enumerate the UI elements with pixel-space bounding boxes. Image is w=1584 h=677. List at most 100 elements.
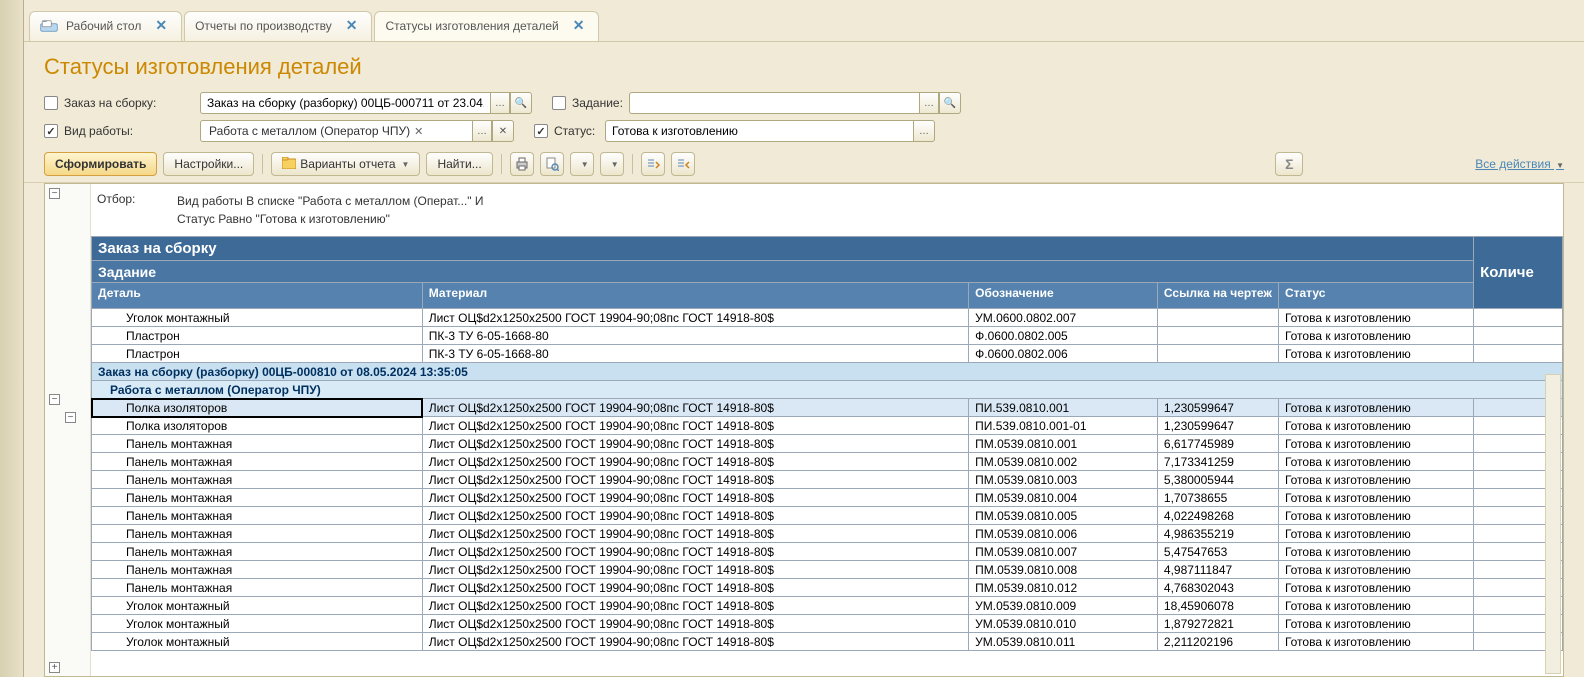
cell-status: Готова к изготовлению [1278,327,1473,345]
table-row[interactable]: Панель монтажнаяЛист ОЦ$d2x1250x2500 ГОС… [92,507,1563,525]
table-row[interactable]: Панель монтажнаяЛист ОЦ$d2x1250x2500 ГОС… [92,453,1563,471]
ellipsis-button[interactable]: … [472,120,492,142]
cell-material: ПК-3 ТУ 6-05-1668-80 [422,327,968,345]
save-button[interactable]: ▼ [570,152,594,176]
separator [632,154,633,174]
close-icon[interactable]: ✕ [346,17,358,34]
table-row[interactable]: ПластронПК-3 ТУ 6-05-1668-80Ф.0600.0802.… [92,345,1563,363]
group-order[interactable]: Заказ на сборку (разборку) 00ЦБ-000810 о… [92,363,1563,381]
left-sidebar [0,0,24,677]
find-button[interactable]: Найти... [426,152,492,176]
cell-designation: ПМ.0539.0810.002 [969,453,1158,471]
tree-collapse-icon[interactable]: − [65,412,76,423]
desktop-icon [40,17,58,35]
mail-button[interactable]: ▼ [600,152,624,176]
tree-expand-icon[interactable]: + [49,662,60,673]
cell-status: Готова к изготовлению [1278,417,1473,435]
cell-status: Готова к изготовлению [1278,309,1473,327]
cell-status: Готова к изготовлению [1278,399,1473,417]
generate-button[interactable]: Сформировать [44,152,157,176]
table-row[interactable]: Панель монтажнаяЛист ОЦ$d2x1250x2500 ГОС… [92,435,1563,453]
ellipsis-button[interactable]: … [913,120,935,142]
separator [262,154,263,174]
cell-status: Готова к изготовлению [1278,453,1473,471]
variants-button[interactable]: Варианты отчета ▼ [271,152,420,176]
clear-icon[interactable]: ✕ [492,120,514,142]
cell-link: 1,230599647 [1157,417,1278,435]
cell-status: Готова к изготовлению [1278,561,1473,579]
filter-display-label: Отбор: [97,192,147,228]
cell-material: Лист ОЦ$d2x1250x2500 ГОСТ 19904-90;08пс … [422,633,968,651]
table-row[interactable]: Панель монтажнаяЛист ОЦ$d2x1250x2500 ГОС… [92,561,1563,579]
status-checkbox[interactable] [534,124,548,138]
cell-material: Лист ОЦ$d2x1250x2500 ГОСТ 19904-90;08пс … [422,417,968,435]
cell-link: 4,987111847 [1157,561,1278,579]
expand-button[interactable] [641,152,665,176]
cell-link: 4,986355219 [1157,525,1278,543]
cell-status: Готова к изготовлению [1278,471,1473,489]
cell-designation: ПМ.0539.0810.005 [969,507,1158,525]
tag-clear-icon[interactable]: ✕ [414,125,423,138]
order-input[interactable] [200,92,490,114]
cell-qty [1474,345,1563,363]
cell-detail: Пластрон [92,345,423,363]
cell-link [1157,327,1278,345]
table-row[interactable]: Панель монтажнаяЛист ОЦ$d2x1250x2500 ГОС… [92,579,1563,597]
ellipsis-button[interactable]: … [490,92,510,114]
sigma-button[interactable]: Σ [1275,152,1303,176]
cell-detail: Пластрон [92,327,423,345]
task-input[interactable] [629,92,919,114]
table-row[interactable]: Панель монтажнаяЛист ОЦ$d2x1250x2500 ГОС… [92,471,1563,489]
tree-collapse-icon[interactable]: − [49,188,60,199]
header-material: Материал [422,283,968,309]
table-row[interactable]: Уголок монтажныйЛист ОЦ$d2x1250x2500 ГОС… [92,309,1563,327]
table-row[interactable]: Уголок монтажныйЛист ОЦ$d2x1250x2500 ГОС… [92,597,1563,615]
tab-desktop[interactable]: Рабочий стол ✕ [29,11,182,41]
task-label: Задание: [572,96,623,110]
close-icon[interactable]: ✕ [155,17,167,34]
table-row[interactable]: Панель монтажнаяЛист ОЦ$d2x1250x2500 ГОС… [92,489,1563,507]
tab-statuses[interactable]: Статусы изготовления деталей ✕ [374,11,599,41]
task-checkbox[interactable] [552,96,566,110]
cell-link: 1,230599647 [1157,399,1278,417]
preview-button[interactable] [540,152,564,176]
tab-desktop-label: Рабочий стол [66,19,141,33]
tab-reports[interactable]: Отчеты по производству ✕ [184,11,372,41]
cell-status: Готова к изготовлению [1278,615,1473,633]
cell-link: 6,617745989 [1157,435,1278,453]
table-row[interactable]: ПластронПК-3 ТУ 6-05-1668-80Ф.0600.0802.… [92,327,1563,345]
table-row[interactable]: Панель монтажнаяЛист ОЦ$d2x1250x2500 ГОС… [92,525,1563,543]
close-icon[interactable]: ✕ [573,17,585,34]
chevron-down-icon: ▼ [402,160,410,169]
report-body[interactable]: Отбор: Вид работы В списке "Работа с мет… [91,184,1563,676]
cell-designation: ПИ.539.0810.001-01 [969,417,1158,435]
table-row[interactable]: Полка изоляторовЛист ОЦ$d2x1250x2500 ГОС… [92,399,1563,417]
separator [501,154,502,174]
search-icon[interactable]: 🔍 [939,92,961,114]
collapse-button[interactable] [671,152,695,176]
print-button[interactable] [510,152,534,176]
order-checkbox[interactable] [44,96,58,110]
header-status: Статус [1278,283,1473,309]
worktype-checkbox[interactable] [44,124,58,138]
cell-link: 18,45906078 [1157,597,1278,615]
status-input[interactable] [605,120,913,142]
tree-collapse-icon[interactable]: − [49,394,60,405]
header-task: Задание [92,261,1474,283]
table-row[interactable]: Панель монтажнаяЛист ОЦ$d2x1250x2500 ГОС… [92,543,1563,561]
cell-material: Лист ОЦ$d2x1250x2500 ГОСТ 19904-90;08пс … [422,579,968,597]
cell-material: Лист ОЦ$d2x1250x2500 ГОСТ 19904-90;08пс … [422,615,968,633]
vertical-scrollbar[interactable] [1545,374,1561,674]
table-row[interactable]: Уголок монтажныйЛист ОЦ$d2x1250x2500 ГОС… [92,633,1563,651]
group-worktype[interactable]: Работа с металлом (Оператор ЧПУ) [92,381,1563,399]
table-row[interactable]: Уголок монтажныйЛист ОЦ$d2x1250x2500 ГОС… [92,615,1563,633]
table-row[interactable]: Полка изоляторовЛист ОЦ$d2x1250x2500 ГОС… [92,417,1563,435]
header-quantity: Количе [1474,237,1563,309]
cell-material: Лист ОЦ$d2x1250x2500 ГОСТ 19904-90;08пс … [422,561,968,579]
cell-material: Лист ОЦ$d2x1250x2500 ГОСТ 19904-90;08пс … [422,399,968,417]
search-icon[interactable]: 🔍 [510,92,532,114]
settings-button[interactable]: Настройки... [163,152,254,176]
ellipsis-button[interactable]: … [919,92,939,114]
cell-link: 1,879272821 [1157,615,1278,633]
all-actions-link[interactable]: Все действия ▼ [1475,157,1564,171]
